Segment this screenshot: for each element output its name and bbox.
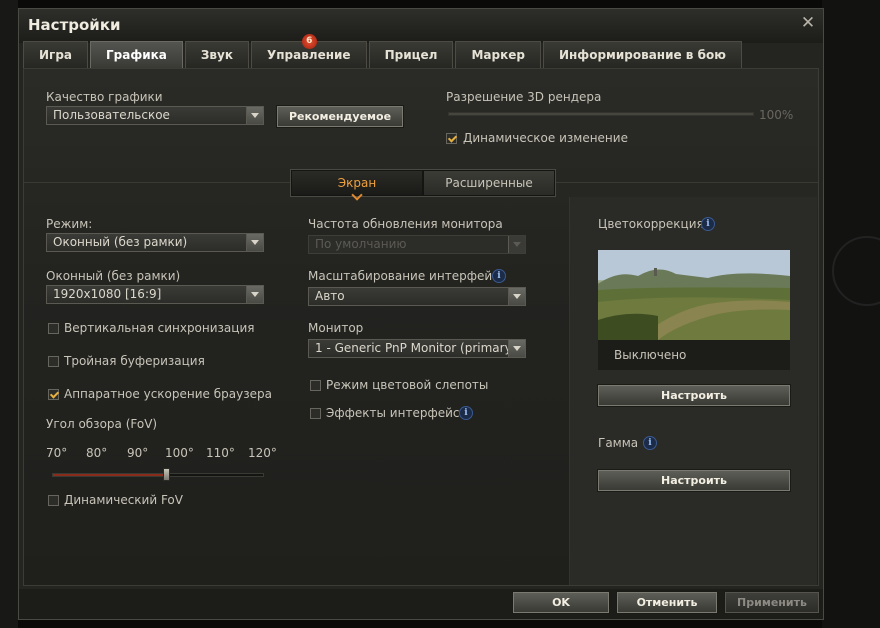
dynamic-fov-checkbox[interactable] [48,495,59,506]
tab-label: Игра [39,48,72,62]
subtab-advanced[interactable]: Расширенные [424,171,554,195]
tab-label: Графика [106,48,167,62]
fov-tick: 120° [248,446,277,460]
main-tabs: Игра Графика Звук 6 Управление Прицел Мар… [23,34,744,68]
refresh-rate-select[interactable]: По умолчанию [308,235,526,254]
graphics-subtabs: Экран Расширенные [290,169,556,201]
monitor-select[interactable]: 1 - Generic PnP Monitor (primary) [308,339,526,358]
ui-scale-select[interactable]: Авто [308,287,526,306]
dynamic-resolution-label: Динамическое изменение [463,131,628,145]
tab-marker[interactable]: Маркер [455,41,541,68]
background-right [822,0,880,628]
chevron-down-icon [246,286,263,303]
mode-value: Оконный (без рамки) [53,235,188,249]
ok-button[interactable]: OK [513,592,609,613]
title-bar: Настройки ✕ [19,9,823,43]
mode-select[interactable]: Оконный (без рамки) [46,233,264,252]
tab-battle-info[interactable]: Информирование в бою [542,41,742,68]
fov-tick: 100° [165,446,194,460]
background-left [0,0,18,628]
fov-slider-fill [53,474,167,476]
tab-crosshair[interactable]: Прицел [368,41,454,68]
tab-label: Прицел [384,48,438,62]
vsync-checkbox[interactable] [48,323,59,334]
triple-buffering-label: Тройная буферизация [64,354,205,368]
notification-badge: 6 [301,34,317,49]
quality-value: Пользовательское [53,108,170,122]
color-correction-label: Цветокоррекция [598,217,704,231]
tab-graphics[interactable]: Графика [90,41,183,68]
quality-select[interactable]: Пользовательское [46,106,264,125]
info-icon[interactable]: i [701,217,715,231]
chevron-down-icon [508,236,525,253]
browser-acceleration-label: Аппаратное ускорение браузера [64,387,272,401]
render-resolution-slider[interactable] [448,112,754,116]
subtab-label: Расширенные [445,176,533,190]
tab-sound[interactable]: Звук [184,41,249,68]
chevron-down-icon [246,107,263,124]
subtab-label: Экран [337,176,377,190]
chevron-down-icon [508,340,525,357]
mode-label: Режим: [46,217,93,231]
fov-tick: 70° [46,446,68,460]
ui-effects-label: Эффекты интерфейса [326,406,467,420]
refresh-rate-value: По умолчанию [315,237,407,251]
resolution-label: Оконный (без рамки) [46,269,181,283]
render-resolution-value: 100% [759,108,794,122]
apply-button[interactable]: Применить [725,592,819,613]
fov-label: Угол обзора (FoV) [46,417,158,431]
quality-label: Качество графики [46,90,163,104]
tab-controls[interactable]: 6 Управление [250,34,367,68]
fov-tick: 80° [86,446,108,460]
resolution-value: 1920x1080 [16:9] [53,287,162,301]
colorblind-mode-checkbox[interactable] [310,380,321,391]
subtab-screen[interactable]: Экран [292,171,422,201]
ui-scale-label: Масштабирование интерфейса [308,269,507,283]
gamma-configure-button[interactable]: Настроить [598,470,790,491]
tab-label: Звук [200,48,233,62]
chevron-down-icon [246,234,263,251]
monitor-label: Монитор [308,321,364,335]
close-icon[interactable]: ✕ [799,14,817,32]
dynamic-resolution-checkbox[interactable] [446,133,457,144]
monitor-value: 1 - Generic PnP Monitor (primary) [315,341,517,355]
chevron-down-icon [508,288,525,305]
gamma-label: Гамма [598,436,639,450]
tab-label: Информирование в бою [558,48,726,62]
fov-slider[interactable] [52,473,264,477]
color-correction-preview [598,250,790,340]
recommended-button[interactable]: Рекомендуемое [277,106,403,127]
footer: OK Отменить Применить [19,589,823,619]
fov-tick: 110° [206,446,235,460]
vsync-label: Вертикальная синхронизация [64,321,255,335]
ui-scale-value: Авто [315,289,345,303]
tab-label: Маркер [471,48,525,62]
settings-window: Настройки ✕ Игра Графика Звук 6 Управлени… [18,8,824,620]
colorblind-mode-label: Режим цветовой слепоты [326,378,489,392]
tab-label: Управление [266,48,351,62]
landscape-preview-image [598,250,790,340]
render-resolution-fill [449,113,753,115]
tab-game[interactable]: Игра [23,41,88,68]
info-icon[interactable]: i [459,406,473,420]
refresh-rate-label: Частота обновления монитора [308,217,503,231]
dynamic-fov-label: Динамический FoV [64,493,183,507]
ui-effects-checkbox[interactable] [310,408,321,419]
color-correction-configure-button[interactable]: Настроить [598,385,790,406]
browser-acceleration-checkbox[interactable] [48,389,59,400]
info-icon[interactable]: i [643,436,657,450]
resolution-select[interactable]: 1920x1080 [16:9] [46,285,264,304]
window-title: Настройки [28,16,121,34]
fov-slider-handle[interactable] [163,468,171,481]
render-resolution-label: Разрешение 3D рендера [446,90,602,104]
graphics-panel: Качество графики Пользовательское Рекоме… [23,68,819,586]
fov-tick: 90° [127,446,149,460]
triple-buffering-checkbox[interactable] [48,356,59,367]
info-icon[interactable]: i [492,269,506,283]
chevron-down-icon [351,189,363,201]
cancel-button[interactable]: Отменить [617,592,717,613]
color-correction-value: Выключено [598,340,790,370]
